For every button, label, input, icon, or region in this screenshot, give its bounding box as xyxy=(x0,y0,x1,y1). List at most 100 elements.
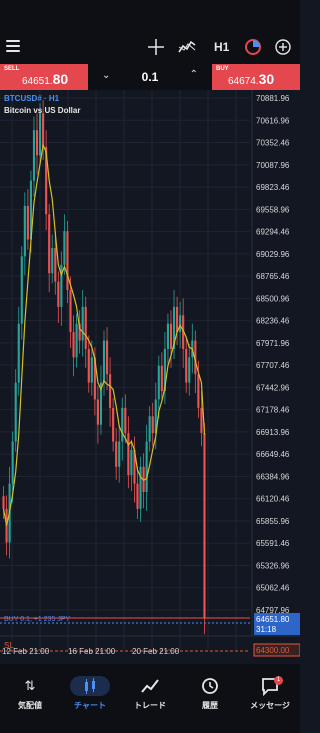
lot-increase-icon[interactable]: ⌃ xyxy=(190,69,198,80)
candle-body xyxy=(84,306,87,349)
position-label: BUY 0.1, +1 235 JPY xyxy=(4,616,71,623)
candle-body xyxy=(169,323,173,349)
candle-body xyxy=(176,306,179,333)
price-axis-label: 65062.46 xyxy=(256,584,290,593)
nav-label: メッセージ xyxy=(250,701,290,710)
buy-price: 64674.30 xyxy=(228,71,275,87)
candle-body xyxy=(200,407,203,434)
crosshair-icon[interactable] xyxy=(148,38,164,56)
price-axis-label: 69294.46 xyxy=(256,228,290,237)
price-axis-label: 70881.96 xyxy=(256,94,290,103)
candle-body xyxy=(109,374,112,408)
price-axis-label: 67707.46 xyxy=(256,361,290,370)
candle-body xyxy=(188,357,191,383)
price-axis-label: 70616.96 xyxy=(256,116,290,125)
candle-body xyxy=(69,290,72,333)
lot-selector: ⌄ 0.1 ⌃ xyxy=(88,64,212,90)
price-axis-label: 69823.46 xyxy=(256,183,290,192)
symbol-description: Bitcoin vs US Dollar xyxy=(4,106,81,115)
candle-body xyxy=(2,496,5,509)
candle-body xyxy=(102,340,106,383)
candle-body xyxy=(145,441,148,493)
candle-body xyxy=(54,247,57,282)
price-chart[interactable]: BUY 0.1, +1 235 JPY SL 70881.96 70616.96 703… xyxy=(0,90,300,664)
price-axis-label: 69029.96 xyxy=(256,250,290,259)
candle-body xyxy=(42,113,45,147)
sell-label: SELL xyxy=(4,66,20,72)
time-axis-label: 12 Feb 21:00 xyxy=(2,647,50,656)
nav-history[interactable]: 履歴 xyxy=(180,664,240,733)
candle-body xyxy=(185,348,188,383)
candle-body xyxy=(20,256,23,324)
nav-label: チャート xyxy=(74,701,106,710)
symbol-label: BTCUSD# · H1 xyxy=(4,94,60,103)
candle-body xyxy=(51,247,54,274)
chart-canvas[interactable]: BUY 0.1, +1 235 JPYSL70881.9670616.96703… xyxy=(0,90,300,664)
candle-body xyxy=(38,113,42,156)
countdown-value: 31:18 xyxy=(256,625,277,634)
candle-body xyxy=(124,407,127,434)
candle-body xyxy=(63,231,66,265)
nav-messages[interactable]: 1 メッセージ xyxy=(240,664,300,733)
price-axis-label: 67178.46 xyxy=(256,406,290,415)
candle-body xyxy=(66,231,69,291)
candle-body xyxy=(166,323,170,349)
price-axis-label: 68765.46 xyxy=(256,272,290,281)
nav-label: 履歴 xyxy=(202,701,218,710)
candle-body xyxy=(179,315,182,333)
one-click-trade-bar: SELL 64651.80 ⌄ 0.1 ⌃ BUY 64674.30 xyxy=(0,64,300,90)
price-axis-label: 65326.96 xyxy=(256,561,290,570)
candle-body xyxy=(127,433,130,476)
top-toolbar: H1 xyxy=(0,0,300,64)
buy-button[interactable]: BUY 64674.30 xyxy=(212,64,300,90)
candle-body xyxy=(26,205,29,240)
message-badge: 1 xyxy=(274,676,283,685)
candle-body xyxy=(35,130,39,156)
price-axis-label: 66913.96 xyxy=(256,428,290,437)
bottom-navigation: ⇅ 気配値 チャート トレード 履歴 1 メッセージ xyxy=(0,664,300,733)
menu-icon[interactable] xyxy=(6,40,20,52)
candle-body xyxy=(32,130,36,181)
candle-body xyxy=(160,365,163,392)
candle-body xyxy=(139,466,142,509)
candles-icon xyxy=(85,678,95,694)
price-axis-label: 66120.46 xyxy=(256,495,290,504)
candle-body xyxy=(72,332,75,358)
nav-trade[interactable]: トレード xyxy=(120,664,180,733)
candle-body xyxy=(17,323,20,383)
price-axis-label: 65591.46 xyxy=(256,539,290,548)
candle-body xyxy=(115,441,118,467)
indicators-icon[interactable] xyxy=(178,38,196,56)
candle-body xyxy=(148,416,151,442)
candle-body xyxy=(121,407,124,442)
candle-body xyxy=(157,365,160,400)
candle-body xyxy=(96,399,99,425)
current-price-value: 64651.80 xyxy=(256,615,290,624)
nav-quotes[interactable]: ⇅ 気配値 xyxy=(0,664,60,733)
candle-body xyxy=(136,483,139,509)
candle-body xyxy=(112,407,115,442)
add-order-icon[interactable] xyxy=(274,38,292,56)
timer-icon[interactable] xyxy=(244,38,262,56)
candle-body xyxy=(203,433,206,619)
nav-label: トレード xyxy=(134,701,166,710)
timeframe-selector[interactable]: H1 xyxy=(214,38,234,56)
stop-loss-price: 64300.00 xyxy=(256,646,290,655)
candle-body xyxy=(14,382,17,442)
candle-body xyxy=(48,214,51,274)
quotes-icon: ⇅ xyxy=(24,678,36,693)
history-icon xyxy=(198,676,222,696)
nav-chart[interactable]: チャート xyxy=(60,664,120,733)
nav-label: 気配値 xyxy=(18,701,42,710)
price-axis-label: 66384.96 xyxy=(256,472,290,481)
candle-body xyxy=(130,449,133,476)
sell-button[interactable]: SELL 64651.80 xyxy=(0,64,88,90)
price-axis-label: 69558.96 xyxy=(256,205,290,214)
candle-body xyxy=(75,323,78,358)
candle-body xyxy=(57,281,60,307)
price-axis-label: 68236.46 xyxy=(256,317,290,326)
candle-body xyxy=(118,441,121,467)
price-axis-label: 65855.96 xyxy=(256,517,290,526)
price-axis-label: 70352.46 xyxy=(256,139,290,148)
candle-body xyxy=(197,374,200,408)
